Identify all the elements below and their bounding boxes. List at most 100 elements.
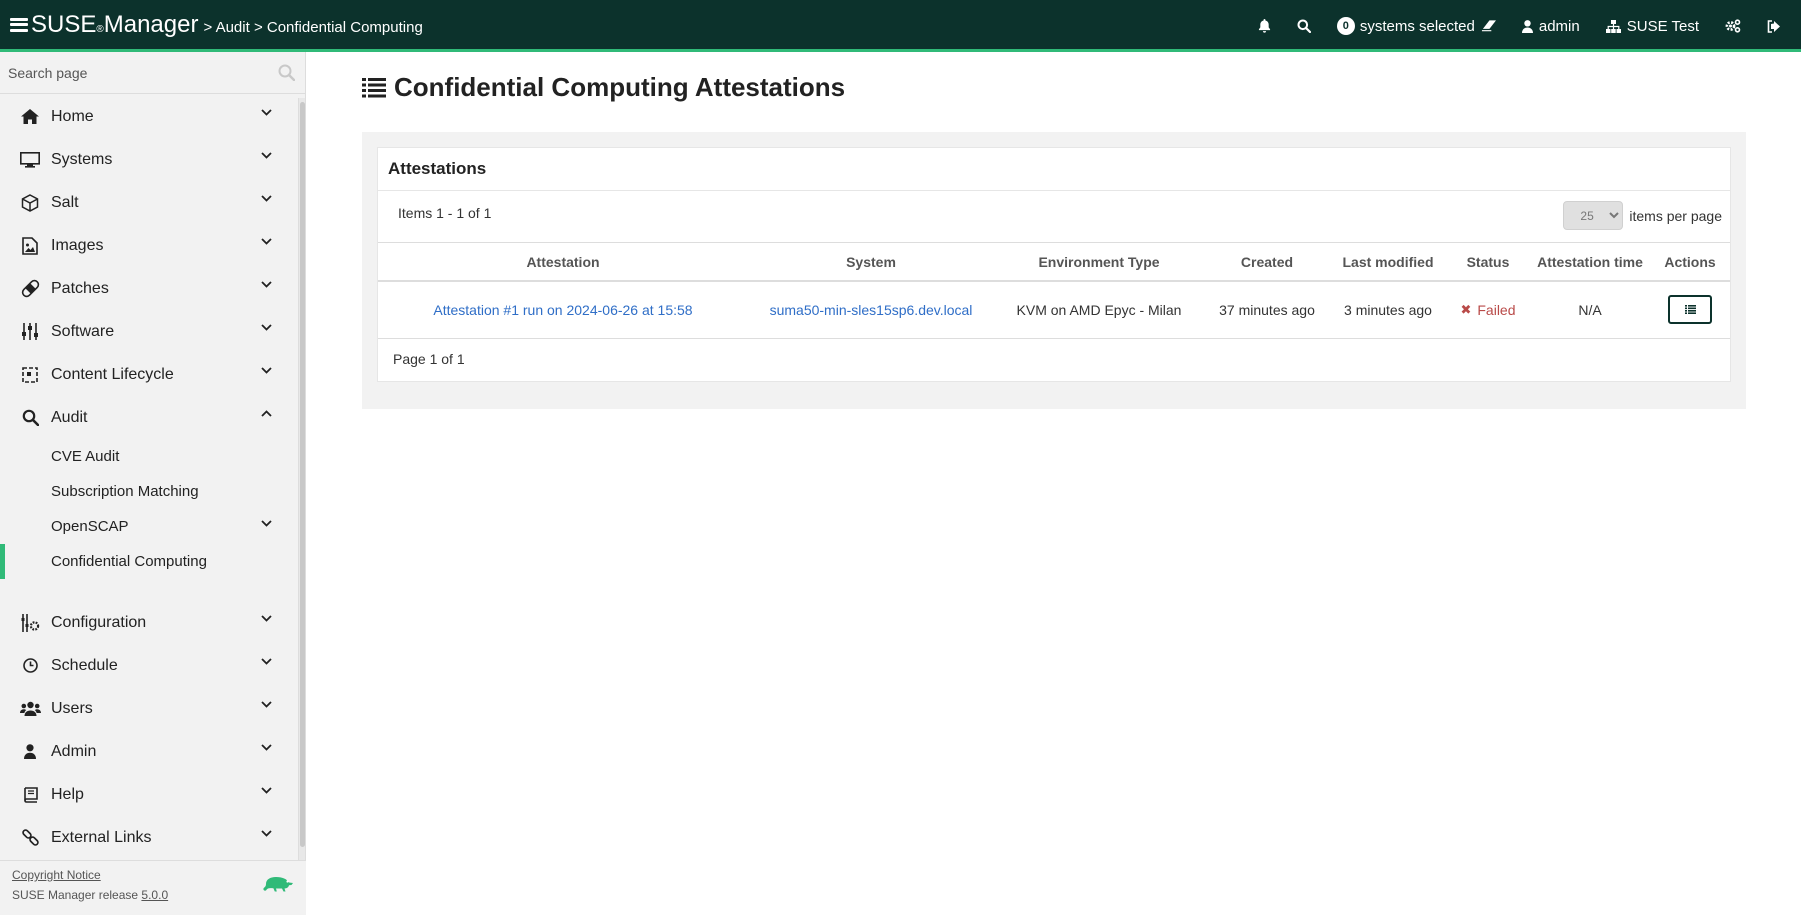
user-menu[interactable]: admin: [1521, 18, 1580, 35]
view-details-button[interactable]: [1668, 295, 1712, 325]
sidebar-item-schedule[interactable]: Schedule: [0, 644, 298, 687]
chevron-down-icon: [261, 658, 272, 665]
user-icon: [19, 741, 41, 763]
sidebar-item-label: Home: [51, 107, 94, 125]
chevron-down-icon: [261, 830, 272, 837]
main-content: Confidential Computing Attestations Atte…: [306, 52, 1801, 915]
release-label: SUSE Manager release: [12, 888, 139, 902]
chevron-down-icon: [261, 520, 272, 527]
sidebar-item-audit[interactable]: Audit: [0, 396, 298, 439]
sidebar-item-external-links[interactable]: External Links: [0, 816, 298, 859]
sidebar-item-label: Systems: [51, 150, 113, 168]
sidebar-search: [0, 52, 305, 94]
sign-out-icon: [1767, 19, 1780, 33]
list-header: Items 1 - 1 of 1 25 items per page: [378, 191, 1730, 243]
chevron-down-icon: [261, 367, 272, 374]
sidebar-item-home[interactable]: Home: [0, 95, 298, 138]
sidebar-item-software[interactable]: Software: [0, 310, 298, 353]
eraser-icon[interactable]: [1481, 20, 1496, 32]
brand-registered-mark: ®: [96, 23, 104, 35]
attestation-link[interactable]: Attestation #1 run on 2024-06-26 at 15:5…: [433, 302, 692, 318]
sign-out-button[interactable]: [1767, 19, 1781, 33]
items-per-page-label: items per page: [1629, 207, 1722, 224]
breadcrumb-audit[interactable]: > Audit: [203, 19, 249, 36]
column-header-attestation-time[interactable]: Attestation time: [1530, 243, 1650, 282]
sidebar-item-content-lifecycle[interactable]: Content Lifecycle: [0, 353, 298, 396]
sidebar-subitem-cve-audit[interactable]: CVE Audit: [0, 439, 298, 474]
sidebar-item-patches[interactable]: Patches: [0, 267, 298, 310]
sidebar-item-label: External Links: [51, 828, 152, 846]
chevron-down-icon: [261, 701, 272, 708]
sidebar-item-systems[interactable]: Systems: [0, 138, 298, 181]
column-header-last-modified[interactable]: Last modified: [1330, 243, 1446, 282]
release-version-link[interactable]: 5.0.0: [141, 888, 168, 902]
sidebar-scrollbar[interactable]: [298, 98, 305, 903]
sidebar-item-images[interactable]: Images: [0, 224, 298, 267]
cubes-icon: [19, 192, 41, 214]
list-icon: [1684, 305, 1696, 315]
book-icon: [19, 784, 41, 806]
sidebar: Home Systems Salt Images Patches Softwar…: [0, 52, 306, 915]
notifications-button[interactable]: [1258, 19, 1271, 33]
systems-selected-count: 0: [1336, 17, 1355, 35]
pagination-info: Page 1 of 1: [393, 350, 465, 367]
systems-selected-label: systems selected: [1359, 17, 1475, 35]
sliders-icon: [19, 321, 41, 343]
sidebar-item-configuration[interactable]: Configuration: [0, 601, 298, 644]
sidebar-item-label: Patches: [51, 279, 109, 297]
cell-attestation-time: N/A: [1530, 281, 1650, 339]
sidebar-footer: Copyright Notice SUSE Manager release 5.…: [0, 860, 306, 915]
cell-status: ✖ Failed: [1446, 281, 1530, 339]
page-title: Confidential Computing Attestations: [362, 72, 845, 103]
sidebar-item-label: Admin: [51, 742, 97, 760]
system-link[interactable]: suma50-min-sles15sp6.dev.local: [770, 302, 973, 318]
sidebar-item-users[interactable]: Users: [0, 687, 298, 730]
chameleon-logo-icon: [263, 877, 293, 892]
column-header-system[interactable]: System: [748, 243, 994, 282]
search-icon: [1297, 19, 1311, 33]
chevron-down-icon: [261, 109, 272, 116]
sidebar-subitem-confidential-computing[interactable]: Confidential Computing: [0, 544, 298, 579]
sidebar-subitem-openscap[interactable]: OpenSCAP: [0, 509, 298, 544]
sitemap-icon: [1605, 19, 1621, 33]
sidebar-subitem-label: CVE Audit: [51, 448, 120, 465]
sidebar-item-admin[interactable]: Admin: [0, 730, 298, 773]
sidebar-subitem-label: Subscription Matching: [51, 483, 199, 500]
bandage-icon: [19, 278, 41, 300]
menu-toggle-icon[interactable]: [10, 17, 28, 32]
column-header-created[interactable]: Created: [1204, 243, 1330, 282]
brand-name: SUSE: [31, 10, 97, 38]
breadcrumb-confidential-computing[interactable]: > Confidential Computing: [254, 19, 423, 36]
systems-selected[interactable]: 0 systems selected: [1336, 17, 1496, 35]
sidebar-subitem-label: Confidential Computing: [51, 553, 207, 570]
status-text: Failed: [1477, 302, 1516, 319]
top-header: SUSE ® Manager > Audit > Confidential Comp…: [0, 0, 1801, 52]
sidebar-item-help[interactable]: Help: [0, 773, 298, 816]
brand-logo[interactable]: SUSE ® Manager: [31, 11, 198, 39]
sidebar-subitem-label: OpenSCAP: [51, 518, 129, 535]
sidebar-item-label: Software: [51, 322, 115, 340]
sidebar-item-salt[interactable]: Salt: [0, 181, 298, 224]
column-header-status[interactable]: Status: [1446, 243, 1530, 282]
preferences-button[interactable]: [1725, 19, 1741, 33]
breadcrumb: > Audit > Confidential Computing: [203, 19, 422, 36]
brand-product: Manager: [103, 10, 199, 38]
search-page-input[interactable]: [8, 64, 268, 81]
lifecycle-icon: [19, 364, 41, 386]
column-header-actions: Actions: [1650, 243, 1730, 282]
items-per-page-select[interactable]: 25: [1563, 201, 1624, 230]
column-header-environment-type[interactable]: Environment Type: [994, 243, 1204, 282]
copyright-notice-link[interactable]: Copyright Notice: [12, 868, 101, 882]
home-icon: [19, 106, 41, 128]
chevron-up-icon: [261, 410, 272, 417]
search-icon: [19, 407, 41, 429]
sidebar-subitem-subscription-matching[interactable]: Subscription Matching: [0, 474, 298, 509]
column-header-attestation[interactable]: Attestation: [378, 243, 748, 282]
organization-menu[interactable]: SUSE Test: [1605, 18, 1699, 35]
status-badge: ✖ Failed: [1460, 302, 1515, 318]
sidebar-scrollbar-thumb[interactable]: [300, 102, 305, 847]
search-button[interactable]: [1297, 19, 1311, 33]
search-icon[interactable]: [278, 64, 295, 81]
failed-x-icon: ✖: [1460, 302, 1472, 318]
cell-last-modified: 3 minutes ago: [1330, 281, 1446, 339]
